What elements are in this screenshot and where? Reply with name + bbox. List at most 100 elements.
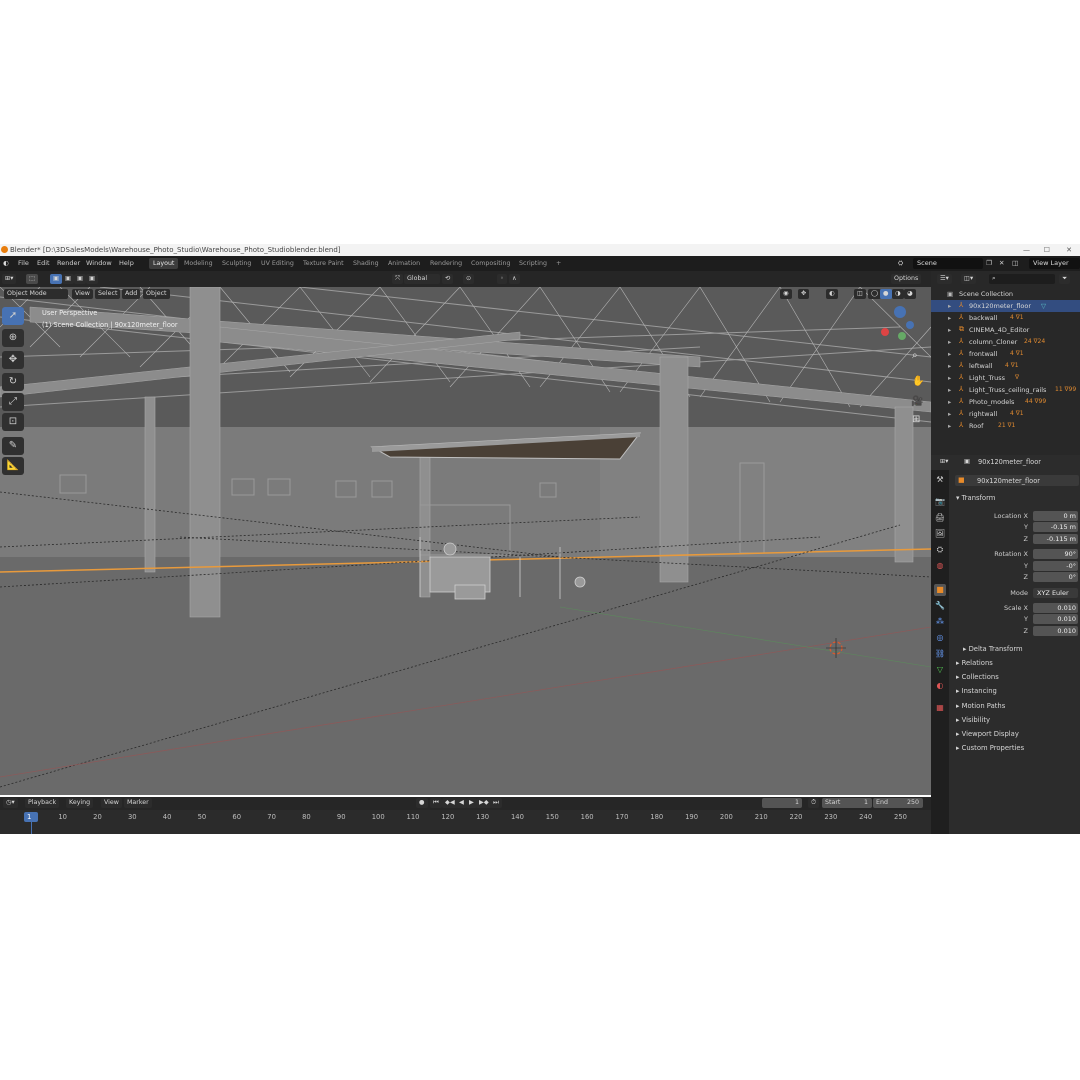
pivot-point-icon[interactable]: ⟲ [442,274,454,284]
delta-transform-toggle[interactable]: ▸ Delta Transform [963,645,1023,653]
end-frame-field[interactable]: End 250 [873,798,923,808]
outliner-item[interactable]: ▸ ⅄ Light_Truss_ceiling_rails 11 ∇99 [931,384,1080,396]
jump-start-icon[interactable]: ⏮ [430,798,442,808]
filter-icon[interactable]: ⏷ [1059,274,1071,284]
delete-scene-icon[interactable]: ✕ [999,259,1004,267]
menu-help[interactable]: Help [119,259,134,267]
solid-shading-icon[interactable]: ● [880,289,892,299]
view-layer-tab-icon[interactable]: 🖼 [934,528,946,540]
expand-arrow-icon[interactable]: ▸ [948,300,951,312]
timeline-editor-icon[interactable]: ◷▾ [3,798,18,808]
new-scene-icon[interactable]: ❐ [986,259,992,267]
outliner-item[interactable]: ▸ ⧉ CINEMA_4D_Editor [931,324,1080,336]
proportional-edit-icon[interactable]: ◦ [497,274,507,284]
tab-texture-paint[interactable]: Texture Paint [299,258,348,269]
expand-arrow-icon[interactable]: ▸ [948,408,951,420]
render-tab-icon[interactable]: 📷 [934,496,946,508]
tab-modeling[interactable]: Modeling [180,258,217,269]
menu-edit[interactable]: Edit [37,259,50,267]
menu-render[interactable]: Render [57,259,80,267]
expand-arrow-icon[interactable]: ▸ [948,396,951,408]
editor-type-icon[interactable]: ⊞▾ [2,274,17,284]
constraints-tab-icon[interactable]: ⛓ [934,648,946,660]
timeline-ruler[interactable]: 1 10 20 30 40 50 60 70 80 90 100 110 120 130 140 150 160… [0,810,931,834]
tab-uv-editing[interactable]: UV Editing [257,258,298,269]
rendered-shading-icon[interactable]: ◕ [904,289,916,299]
material-tab-icon[interactable]: ◐ [934,680,946,692]
snap-icon[interactable]: ⊙ [463,274,475,284]
select-mode-extend-icon[interactable]: ▣ [62,274,74,284]
expand-arrow-icon[interactable]: ▸ [948,324,951,336]
tab-compositing[interactable]: Compositing [467,258,514,269]
modifier-tab-icon[interactable]: 🔧 [934,600,946,612]
outliner-item[interactable]: ▸ ⅄ backwall 4 ∇1 [931,312,1080,324]
outliner-item[interactable]: ▸ ⅄ leftwall 4 ∇1 [931,360,1080,372]
falloff-icon[interactable]: ∧ [509,274,520,284]
rotation-y-field[interactable]: -0° [1033,561,1078,571]
view-layer-icon[interactable]: ◫ [1012,259,1018,267]
outliner-scene-collection[interactable]: ▣ Scene Collection [931,288,1080,300]
rotate-tool-icon[interactable]: ↻ [2,373,24,391]
expand-arrow-icon[interactable]: ▸ [948,312,951,324]
transform-tool-icon[interactable]: ⊡ [2,413,24,431]
menu-file[interactable]: File [18,259,29,267]
data-tab-icon[interactable]: ▽ [934,664,946,676]
section-instancing[interactable]: ▸ Instancing [956,687,997,695]
preview-range-icon[interactable]: ⏱ [808,798,819,808]
location-x-field[interactable]: 0 m [1033,511,1078,521]
outliner-item[interactable]: ▸ ⅄ column_Cloner 24 ∇24 [931,336,1080,348]
timeline-menu-keying[interactable]: Keying [66,798,94,808]
outliner-item[interactable]: ▸ ⅄ 90x120meter_floor ▽ [931,300,1080,312]
transform-section-toggle[interactable]: ▾ Transform [956,494,995,502]
location-y-field[interactable]: -0.15 m [1033,522,1078,532]
properties-editor-icon[interactable]: ⊞▾ [937,457,952,467]
current-frame-field[interactable]: 1 [762,798,802,808]
object-name-field[interactable]: ■ 90x120meter_floor [955,475,1079,486]
section-viewport-display[interactable]: ▸ Viewport Display [956,730,1019,738]
maximize-button[interactable]: ☐ [1044,244,1050,256]
measure-tool-icon[interactable]: 📐 [2,457,24,475]
start-frame-field[interactable]: Start 1 [822,798,872,808]
scale-x-field[interactable]: 0.010 [1033,603,1078,613]
cursor-tool-icon[interactable]: ⊕ [2,329,24,347]
scale-z-field[interactable]: 0.010 [1033,626,1078,636]
viewport-menu-object[interactable]: Object [143,289,170,299]
gizmo-icon[interactable]: ✥ [798,289,810,299]
outliner-editor-icon[interactable]: ☰▾ [937,274,952,284]
options-dropdown[interactable]: Options [891,274,922,284]
outliner-item[interactable]: ▸ ⅄ rightwall 4 ∇1 [931,408,1080,420]
transform-orientation-icon[interactable]: ⤧ [392,274,404,284]
tab-scripting[interactable]: Scripting [515,258,551,269]
rotation-mode-select[interactable]: XYZ Euler [1033,588,1078,598]
select-box-icon[interactable]: ⬚ [26,274,38,284]
annotate-tool-icon[interactable]: ✎ [2,437,24,455]
xray-icon[interactable]: ◫ [854,289,866,299]
section-relations[interactable]: ▸ Relations [956,659,993,667]
outliner-item[interactable]: ▸ ⅄ Light_Truss ∇ [931,372,1080,384]
section-motion-paths[interactable]: ▸ Motion Paths [956,702,1005,710]
texture-tab-icon[interactable]: ▦ [934,702,946,714]
section-custom-properties[interactable]: ▸ Custom Properties [956,744,1024,752]
expand-arrow-icon[interactable]: ▸ [948,360,951,372]
outliner-item[interactable]: ▸ ⅄ frontwall 4 ∇1 [931,348,1080,360]
rotation-z-field[interactable]: 0° [1033,572,1078,582]
tab-rendering[interactable]: Rendering [426,258,466,269]
minimize-button[interactable]: — [1023,244,1030,256]
menu-window[interactable]: Window [86,259,112,267]
tab-layout[interactable]: Layout [149,258,179,269]
record-icon[interactable]: ● [416,798,428,808]
section-visibility[interactable]: ▸ Visibility [956,716,990,724]
transform-orientation-select[interactable]: Global [404,274,440,284]
visibility-icon[interactable]: ◉ [780,289,792,299]
outliner-item[interactable]: ▸ ⅄ Roof 21 ∇1 [931,420,1080,432]
timeline-menu-marker[interactable]: Marker [124,798,152,808]
select-mode-invert-icon[interactable]: ▣ [86,274,98,284]
expand-arrow-icon[interactable]: ▸ [948,384,951,396]
viewport-menu-view[interactable]: View [72,289,93,299]
timeline-menu-playback[interactable]: Playback [25,798,60,808]
scene-icon[interactable]: ⛭ [898,259,903,268]
material-shading-icon[interactable]: ◑ [892,289,904,299]
move-tool-icon[interactable]: ✥ [2,351,24,369]
outliner-item[interactable]: ▸ ⅄ Photo_models 44 ∇99 [931,396,1080,408]
jump-end-icon[interactable]: ⏭ [490,798,502,808]
